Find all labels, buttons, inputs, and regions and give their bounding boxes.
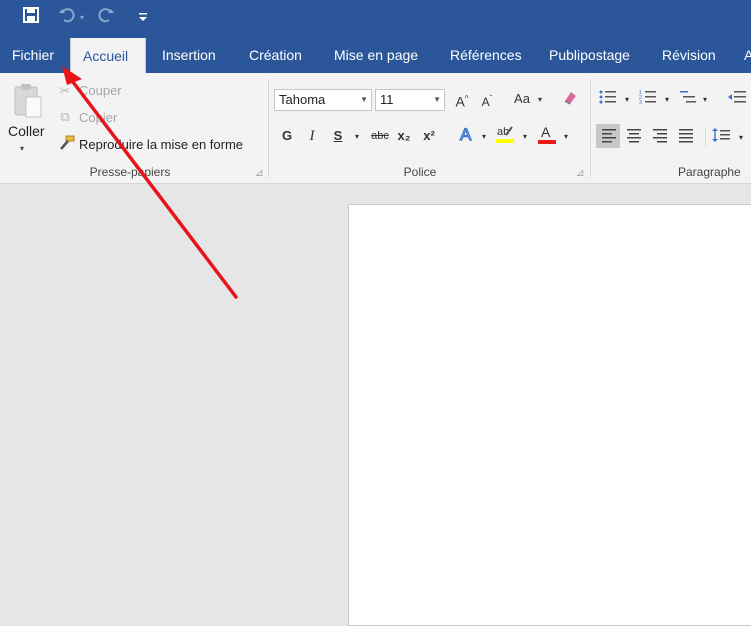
chevron-down-icon[interactable]: ▾ bbox=[662, 90, 672, 110]
chevron-down-icon[interactable]: ▼ bbox=[433, 90, 441, 110]
paste-dropdown-icon[interactable]: ▾ bbox=[20, 141, 24, 157]
copy-button[interactable]: Copier bbox=[79, 110, 117, 125]
chevron-down-icon[interactable]: ▾ bbox=[622, 90, 632, 110]
svg-text:A: A bbox=[460, 125, 472, 144]
tab-more[interactable]: A bbox=[744, 37, 751, 73]
grow-font-icon[interactable]: A^ bbox=[453, 89, 471, 112]
clipboard-group-label: Presse-papiers bbox=[89, 165, 171, 179]
chevron-down-icon[interactable]: ▾ bbox=[561, 127, 571, 147]
align-center-icon[interactable] bbox=[625, 127, 643, 149]
format-painter-button[interactable]: Reproduire la mise en forme bbox=[79, 137, 243, 152]
svg-text:3: 3 bbox=[639, 100, 642, 105]
document-page[interactable] bbox=[348, 204, 751, 626]
copy-icon: ⧉ bbox=[60, 109, 70, 124]
align-right-icon[interactable] bbox=[651, 127, 669, 149]
tab-revision[interactable]: Révision bbox=[662, 37, 716, 73]
font-name-combo[interactable]: Tahoma ▼ bbox=[274, 89, 372, 111]
chevron-down-icon[interactable]: ▼ bbox=[360, 90, 368, 110]
cut-icon: ✂ bbox=[59, 83, 71, 98]
strikethrough-button[interactable]: abc bbox=[368, 126, 392, 146]
tab-publipostage[interactable]: Publipostage bbox=[549, 37, 630, 73]
redo-icon[interactable] bbox=[97, 6, 115, 32]
align-left-icon[interactable] bbox=[600, 127, 618, 149]
divider bbox=[705, 127, 706, 147]
highlight-icon[interactable]: ab bbox=[494, 123, 516, 151]
customize-qat-icon[interactable] bbox=[138, 6, 148, 34]
font-name-value: Tahoma bbox=[279, 92, 326, 107]
font-color-icon[interactable]: A bbox=[536, 123, 558, 151]
ribbon-tabs: Fichier Accueil Insertion Création Mise … bbox=[0, 37, 751, 73]
decrease-indent-icon[interactable] bbox=[726, 89, 748, 111]
subscript-button[interactable]: x₂ bbox=[396, 126, 412, 146]
chevron-down-icon[interactable]: ▾ bbox=[520, 127, 530, 147]
underline-button[interactable]: S bbox=[331, 126, 345, 146]
paste-button[interactable]: Coller bbox=[8, 123, 45, 139]
chevron-down-icon[interactable]: ▾ bbox=[535, 90, 545, 110]
font-dialog-launcher-icon[interactable]: ◿ bbox=[577, 169, 585, 177]
cut-button[interactable]: Couper bbox=[79, 83, 122, 98]
italic-button[interactable]: I bbox=[305, 126, 319, 146]
paragraph-group-label: Paragraphe bbox=[678, 165, 741, 179]
save-icon[interactable] bbox=[22, 6, 40, 32]
shrink-font-icon[interactable]: Aˇ bbox=[478, 89, 496, 112]
svg-text:A: A bbox=[541, 124, 551, 140]
quick-access-toolbar: ▾ bbox=[0, 0, 751, 37]
paste-icon[interactable] bbox=[12, 83, 44, 119]
clipboard-dialog-launcher-icon[interactable]: ◿ bbox=[256, 169, 264, 177]
format-painter-icon bbox=[57, 135, 75, 155]
chevron-down-icon[interactable]: ▾ bbox=[352, 127, 362, 147]
tab-fichier[interactable]: Fichier bbox=[12, 37, 54, 73]
group-separator bbox=[268, 79, 269, 177]
numbering-icon[interactable]: 123 bbox=[638, 89, 658, 111]
bold-button[interactable]: G bbox=[280, 126, 294, 146]
clear-formatting-icon[interactable] bbox=[560, 89, 580, 113]
superscript-button[interactable]: x² bbox=[421, 126, 437, 146]
undo-icon[interactable] bbox=[58, 6, 76, 32]
group-separator bbox=[590, 79, 591, 177]
tab-accueil[interactable]: Accueil bbox=[70, 38, 146, 73]
chevron-down-icon[interactable]: ▾ bbox=[736, 128, 746, 148]
change-case-button[interactable]: Aa bbox=[511, 89, 533, 109]
multilevel-list-icon[interactable] bbox=[678, 89, 698, 111]
tab-creation[interactable]: Création bbox=[249, 37, 302, 73]
text-effects-icon[interactable]: A bbox=[458, 124, 476, 150]
bullets-icon[interactable] bbox=[598, 89, 618, 111]
tab-insertion[interactable]: Insertion bbox=[162, 37, 216, 73]
font-size-combo[interactable]: 11 ▼ bbox=[375, 89, 445, 111]
font-group-label: Police bbox=[403, 165, 437, 179]
tab-references[interactable]: Références bbox=[450, 37, 522, 73]
undo-dropdown-icon[interactable]: ▾ bbox=[80, 6, 84, 30]
chevron-down-icon[interactable]: ▾ bbox=[479, 127, 489, 147]
justify-icon[interactable] bbox=[677, 127, 695, 149]
line-spacing-icon[interactable] bbox=[712, 127, 730, 149]
tab-mise-en-page[interactable]: Mise en page bbox=[334, 37, 418, 73]
ribbon: Coller ▾ ✂ Couper ⧉ Copier Reproduire la… bbox=[0, 73, 751, 184]
font-size-value: 11 bbox=[380, 92, 394, 107]
chevron-down-icon[interactable]: ▾ bbox=[700, 90, 710, 110]
